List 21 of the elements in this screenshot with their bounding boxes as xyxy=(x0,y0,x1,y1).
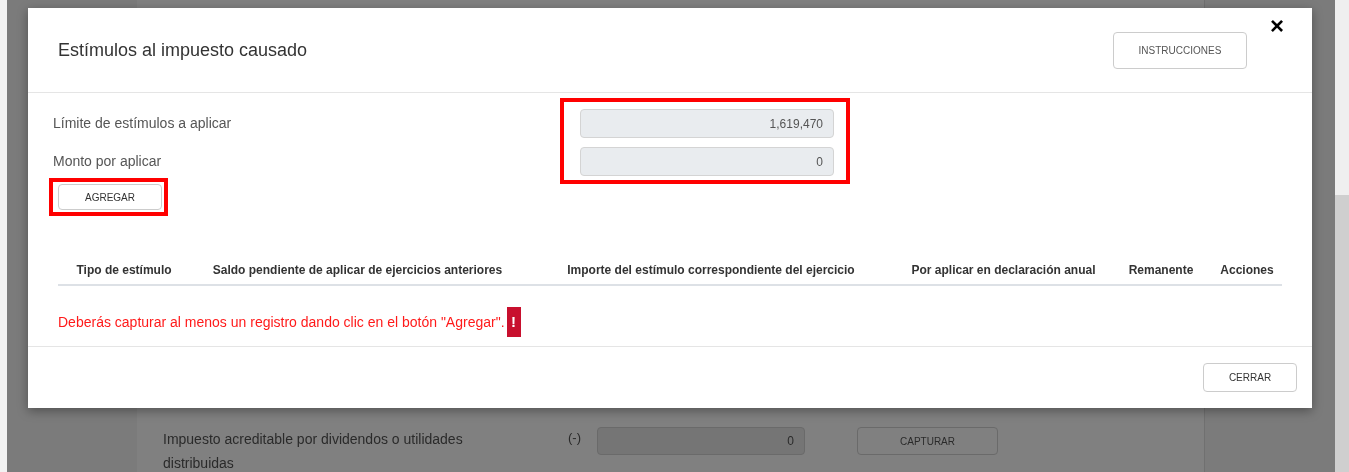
amount-field[interactable]: 1,619,470 xyxy=(580,109,834,138)
field-label: Monto por aplicar xyxy=(53,152,163,171)
sign-label: (-) xyxy=(567,429,582,447)
field-label: Límite de estímulos a aplicar xyxy=(53,114,233,133)
column-header: Acciones xyxy=(1219,262,1275,279)
column-header: Tipo de estímulo xyxy=(75,262,173,279)
error-message: Deberás capturar al menos un registro dando clic en el botón "Agregar". xyxy=(58,312,505,332)
row-label: Impuesto acreditable por dividendos o utilidades distribuidas xyxy=(163,430,464,472)
scrollbar[interactable] xyxy=(1335,0,1349,472)
capture-button[interactable]: CAPTURAR xyxy=(857,427,998,455)
warning-badge: ! xyxy=(506,307,521,337)
instructions-button[interactable]: INSTRUCCIONES xyxy=(1113,31,1247,69)
add-button[interactable]: AGREGAR xyxy=(58,184,162,210)
column-header: Saldo pendiente de aplicar de ejercicios anteriores xyxy=(211,262,504,279)
dialog-title: Estímulos al impuesto causado xyxy=(58,38,309,62)
column-header: Por aplicar en declaración anual xyxy=(910,262,1097,279)
column-header: Remanente xyxy=(1127,262,1195,279)
column-header: Importe del estímulo correspondiente del ejercicio xyxy=(566,262,856,279)
amount-field[interactable]: 0 xyxy=(580,147,834,176)
close-button[interactable]: × xyxy=(1270,14,1284,38)
close-footer-button[interactable]: CERRAR xyxy=(1203,363,1297,392)
